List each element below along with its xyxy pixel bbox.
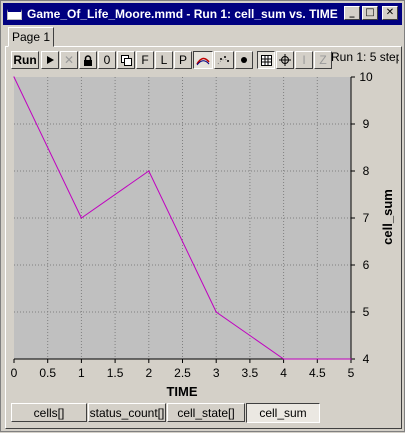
y-tick-label: 7 [363, 211, 370, 225]
x-axis-label: TIME [166, 384, 197, 399]
x-tick-label: 1 [78, 366, 85, 380]
y-tick-label: 4 [363, 352, 370, 366]
bottom-tab-3[interactable]: cell_sum [246, 403, 320, 423]
bottom-tab-2[interactable]: cell_state[] [167, 403, 245, 422]
y-tick-labels: 4 5 6 7 8 9 10 [359, 70, 373, 366]
y-axis-label: cell_sum [380, 189, 395, 245]
data-point [148, 170, 150, 172]
app-window: Game_Of_Life_Moore.mmd - Run 1: cell_sum… [0, 0, 405, 432]
x-tick-label: 0.5 [39, 366, 56, 380]
data-point [283, 358, 285, 360]
x-tick-label: 4.5 [309, 366, 326, 380]
x-tick-label: 1.5 [107, 366, 124, 380]
y-tick-label: 5 [363, 305, 370, 319]
data-point [215, 311, 217, 313]
bottom-tab-bar: cells[] status_count[] cell_state[] cell_su… [11, 403, 321, 423]
line-chart: 0 0.5 1 1.5 2 2.5 3 3.5 4 4.5 5 45678910 TIME cell… [11, 70, 395, 399]
x-tick-label: 3 [213, 366, 220, 380]
x-tick-label: 3.5 [242, 366, 259, 380]
x-tick-label: 2 [145, 366, 152, 380]
x-tick-label: 2.5 [174, 366, 191, 380]
data-point [350, 358, 352, 360]
bottom-tab-0[interactable]: cells[] [11, 403, 87, 422]
data-point [80, 217, 82, 219]
bottom-tab-1[interactable]: status_count[] [88, 403, 166, 422]
x-tick-label: 0 [11, 366, 18, 380]
tab-page-1[interactable]: Page 1 [8, 27, 54, 47]
y-tick-label: 10 [359, 70, 373, 84]
y-tick-label: 9 [363, 117, 370, 131]
x-tick-labels: 0 0.5 1 1.5 2 2.5 3 3.5 4 4.5 5 [11, 366, 355, 380]
x-tick-label: 5 [348, 366, 355, 380]
data-point [13, 76, 15, 78]
x-tick-label: 4 [280, 366, 287, 380]
y-tick-label: 6 [363, 258, 370, 272]
y-tick-label: 8 [363, 164, 370, 178]
